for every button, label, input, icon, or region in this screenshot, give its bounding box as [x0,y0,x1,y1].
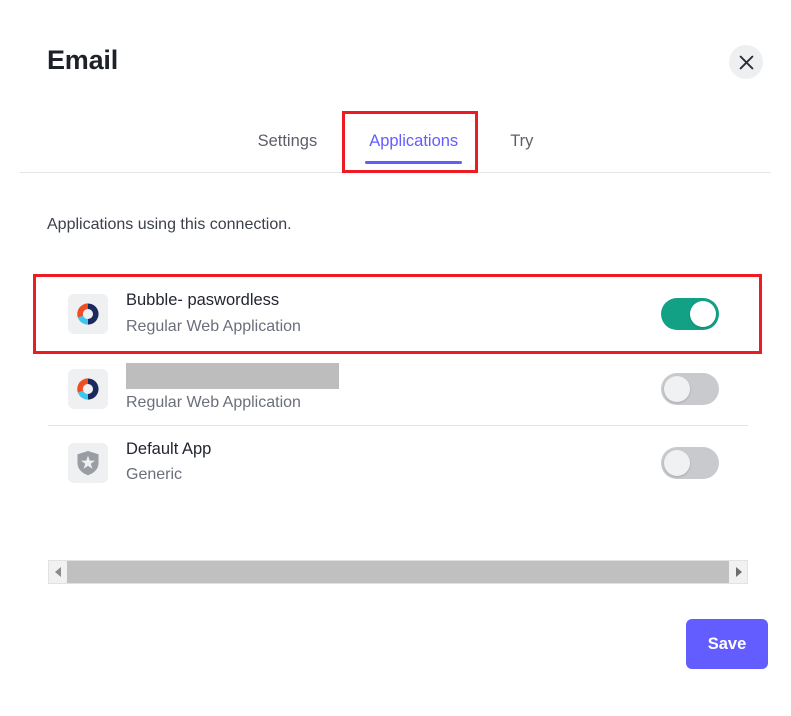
app-type: Generic [126,466,183,484]
app-type: Regular Web Application [126,393,301,411]
chevron-left-icon [54,565,62,580]
tab-list: Settings Applications Try [0,118,791,169]
app-enabled-toggle[interactable] [661,446,719,479]
modal-header: Email [0,0,791,112]
applications-list: Bubble- paswordless Regular Web Applicat… [48,277,748,499]
scrollbar-track[interactable] [67,561,729,583]
tab-applications[interactable]: Applications [343,118,484,169]
page-title: Email [47,45,119,75]
app-name-redacted [126,362,661,389]
app-meta: Regular Web Application [126,362,661,415]
active-tab-underline [365,161,463,164]
table-row[interactable]: Bubble- paswordless Regular Web Applicat… [48,277,748,351]
scroll-left-button[interactable] [49,561,67,583]
tab-divider [20,172,771,173]
email-connection-modal: Email Settings Applications Try Applicat… [0,0,791,716]
section-description: Applications using this connection. [47,216,292,233]
auth0-shield-icon [68,442,108,483]
tab-try-label: Try [510,132,534,150]
redaction-bar [126,362,339,389]
scroll-right-button[interactable] [729,561,747,583]
table-row[interactable]: Regular Web Application [48,351,748,425]
app-logo-icon [68,368,108,409]
tab-try[interactable]: Try [484,118,559,169]
app-logo-icon [68,294,108,334]
horizontal-scrollbar[interactable] [48,560,748,584]
app-meta: Bubble- paswordless Regular Web Applicat… [126,289,661,338]
app-name: Bubble- paswordless [126,291,280,310]
close-icon [739,55,754,70]
app-enabled-toggle[interactable] [661,298,719,330]
save-button[interactable]: Save [686,619,768,669]
toggle-knob [664,449,690,476]
scrollbar-thumb[interactable] [67,561,729,583]
table-row[interactable]: Default App Generic [48,425,748,499]
tab-applications-label: Applications [369,132,459,150]
close-button[interactable] [729,45,763,79]
toggle-knob [664,375,690,402]
app-name: Default App [126,439,212,458]
chevron-right-icon [735,565,742,580]
app-enabled-toggle[interactable] [661,372,719,405]
app-type: Regular Web Application [126,317,301,335]
tab-settings-label: Settings [257,132,318,150]
tab-bar: Settings Applications Try [0,118,791,174]
toggle-knob [690,301,716,327]
tab-settings[interactable]: Settings [232,118,344,169]
app-meta: Default App Generic [126,438,661,487]
